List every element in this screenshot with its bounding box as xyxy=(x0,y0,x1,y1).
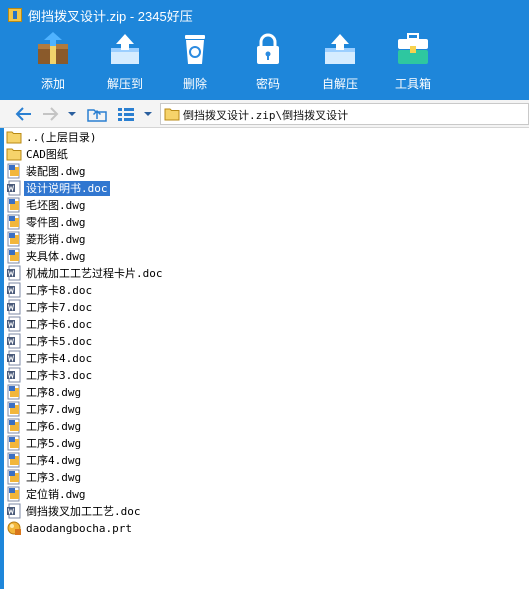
dwg-file-icon xyxy=(6,197,22,213)
lock-icon xyxy=(257,33,279,64)
add-archive-icon xyxy=(38,32,68,64)
trash-icon xyxy=(185,35,205,64)
folder-icon xyxy=(164,108,180,121)
file-name: 工序4.dwg xyxy=(26,454,82,467)
file-name: 工序5.dwg xyxy=(26,437,82,450)
self-extract-icon xyxy=(325,34,355,64)
toolbox-icon xyxy=(398,33,428,64)
file-name: 工序6.dwg xyxy=(26,420,82,433)
prt-file-icon xyxy=(6,520,22,536)
self-extract-button[interactable]: 自解压 xyxy=(309,30,371,96)
toolbox-button[interactable]: 工具箱 xyxy=(382,30,444,96)
folder-icon xyxy=(6,146,22,162)
file-list: ..(上层目录) CAD图纸装配图.dwg 设计说明书.doc 毛坯图.dwg 零件图.… xyxy=(0,128,529,589)
add-button[interactable]: 添加 xyxy=(22,30,84,96)
doc-file-icon xyxy=(6,350,22,366)
doc-file-icon xyxy=(6,503,22,519)
dwg-file-icon xyxy=(6,418,22,434)
dwg-file-icon xyxy=(6,231,22,247)
file-name: 装配图.dwg xyxy=(26,165,86,178)
navigation-bar: 倒挡拨叉设计.zip\倒挡拨叉设计 xyxy=(0,100,529,128)
delete-button[interactable]: 删除 xyxy=(164,30,226,96)
forward-arrow-icon[interactable] xyxy=(40,105,60,123)
dwg-file-icon xyxy=(6,163,22,179)
file-name: ..(上层目录) xyxy=(26,131,97,144)
file-name: 工序卡8.doc xyxy=(26,284,93,297)
file-name: 定位销.dwg xyxy=(26,488,86,501)
extract-icon xyxy=(111,34,139,64)
file-name: 工序卡7.doc xyxy=(26,301,93,314)
file-name: 夹具体.dwg xyxy=(26,250,86,263)
file-name: daodangbocha.prt xyxy=(26,522,132,535)
app-logo-icon xyxy=(8,8,22,22)
top-header: 倒挡拨叉设计.zip - 2345好压 添加 解压到 删除 密码 自解压 工具箱 xyxy=(0,0,529,100)
extract-to-label: 解压到 xyxy=(106,77,143,91)
file-name: CAD图纸 xyxy=(26,148,68,161)
dwg-file-icon xyxy=(6,486,22,502)
doc-file-icon xyxy=(6,299,22,315)
file-name: 零件图.dwg xyxy=(26,216,86,229)
back-arrow-icon[interactable] xyxy=(14,105,34,123)
history-dropdown-icon[interactable] xyxy=(66,105,78,123)
file-name: 工序卡3.doc xyxy=(26,369,93,382)
doc-file-icon xyxy=(6,367,22,383)
view-dropdown-icon[interactable] xyxy=(142,105,154,123)
dwg-file-icon xyxy=(6,469,22,485)
parent-folder-icon xyxy=(6,129,22,145)
password-label: 密码 xyxy=(255,77,280,91)
doc-file-icon xyxy=(6,265,22,281)
file-name: 工序3.dwg xyxy=(26,471,82,484)
toolbar: 添加 解压到 删除 密码 自解压 工具箱 xyxy=(0,30,529,100)
title-bar: 倒挡拨叉设计.zip - 2345好压 xyxy=(0,0,529,30)
window-title: 倒挡拨叉设计.zip - 2345好压 xyxy=(28,9,193,24)
delete-label: 删除 xyxy=(182,77,207,91)
toolbox-label: 工具箱 xyxy=(394,77,431,91)
doc-file-icon xyxy=(6,333,22,349)
dwg-file-icon xyxy=(6,384,22,400)
view-mode-icon[interactable] xyxy=(116,105,136,123)
file-name: 工序卡4.doc xyxy=(26,352,93,365)
dwg-file-icon xyxy=(6,248,22,264)
dwg-file-icon xyxy=(6,435,22,451)
file-name: 菱形销.dwg xyxy=(26,233,86,246)
file-name: 设计说明书.doc xyxy=(24,181,110,196)
extract-to-button[interactable]: 解压到 xyxy=(94,30,156,96)
add-label: 添加 xyxy=(40,77,65,91)
doc-file-icon xyxy=(6,282,22,298)
current-path: 倒挡拨叉设计.zip\倒挡拨叉设计 xyxy=(183,109,349,122)
file-name: 工序7.dwg xyxy=(26,403,82,416)
address-bar[interactable]: 倒挡拨叉设计.zip\倒挡拨叉设计 xyxy=(160,103,529,125)
dwg-file-icon xyxy=(6,401,22,417)
up-folder-icon[interactable] xyxy=(86,105,108,123)
dwg-file-icon xyxy=(6,214,22,230)
doc-file-icon xyxy=(6,180,22,196)
dwg-file-icon xyxy=(6,452,22,468)
password-button[interactable]: 密码 xyxy=(237,30,299,96)
file-name: 工序8.dwg xyxy=(26,386,82,399)
doc-file-icon xyxy=(6,316,22,332)
self-extract-label: 自解压 xyxy=(321,77,358,91)
file-name: 工序卡5.doc xyxy=(26,335,93,348)
file-name: 倒挡拨叉加工工艺.doc xyxy=(26,505,141,518)
file-name: 机械加工工艺过程卡片.doc xyxy=(26,267,163,280)
file-name: 毛坯图.dwg xyxy=(26,199,86,212)
file-name: 工序卡6.doc xyxy=(26,318,93,331)
